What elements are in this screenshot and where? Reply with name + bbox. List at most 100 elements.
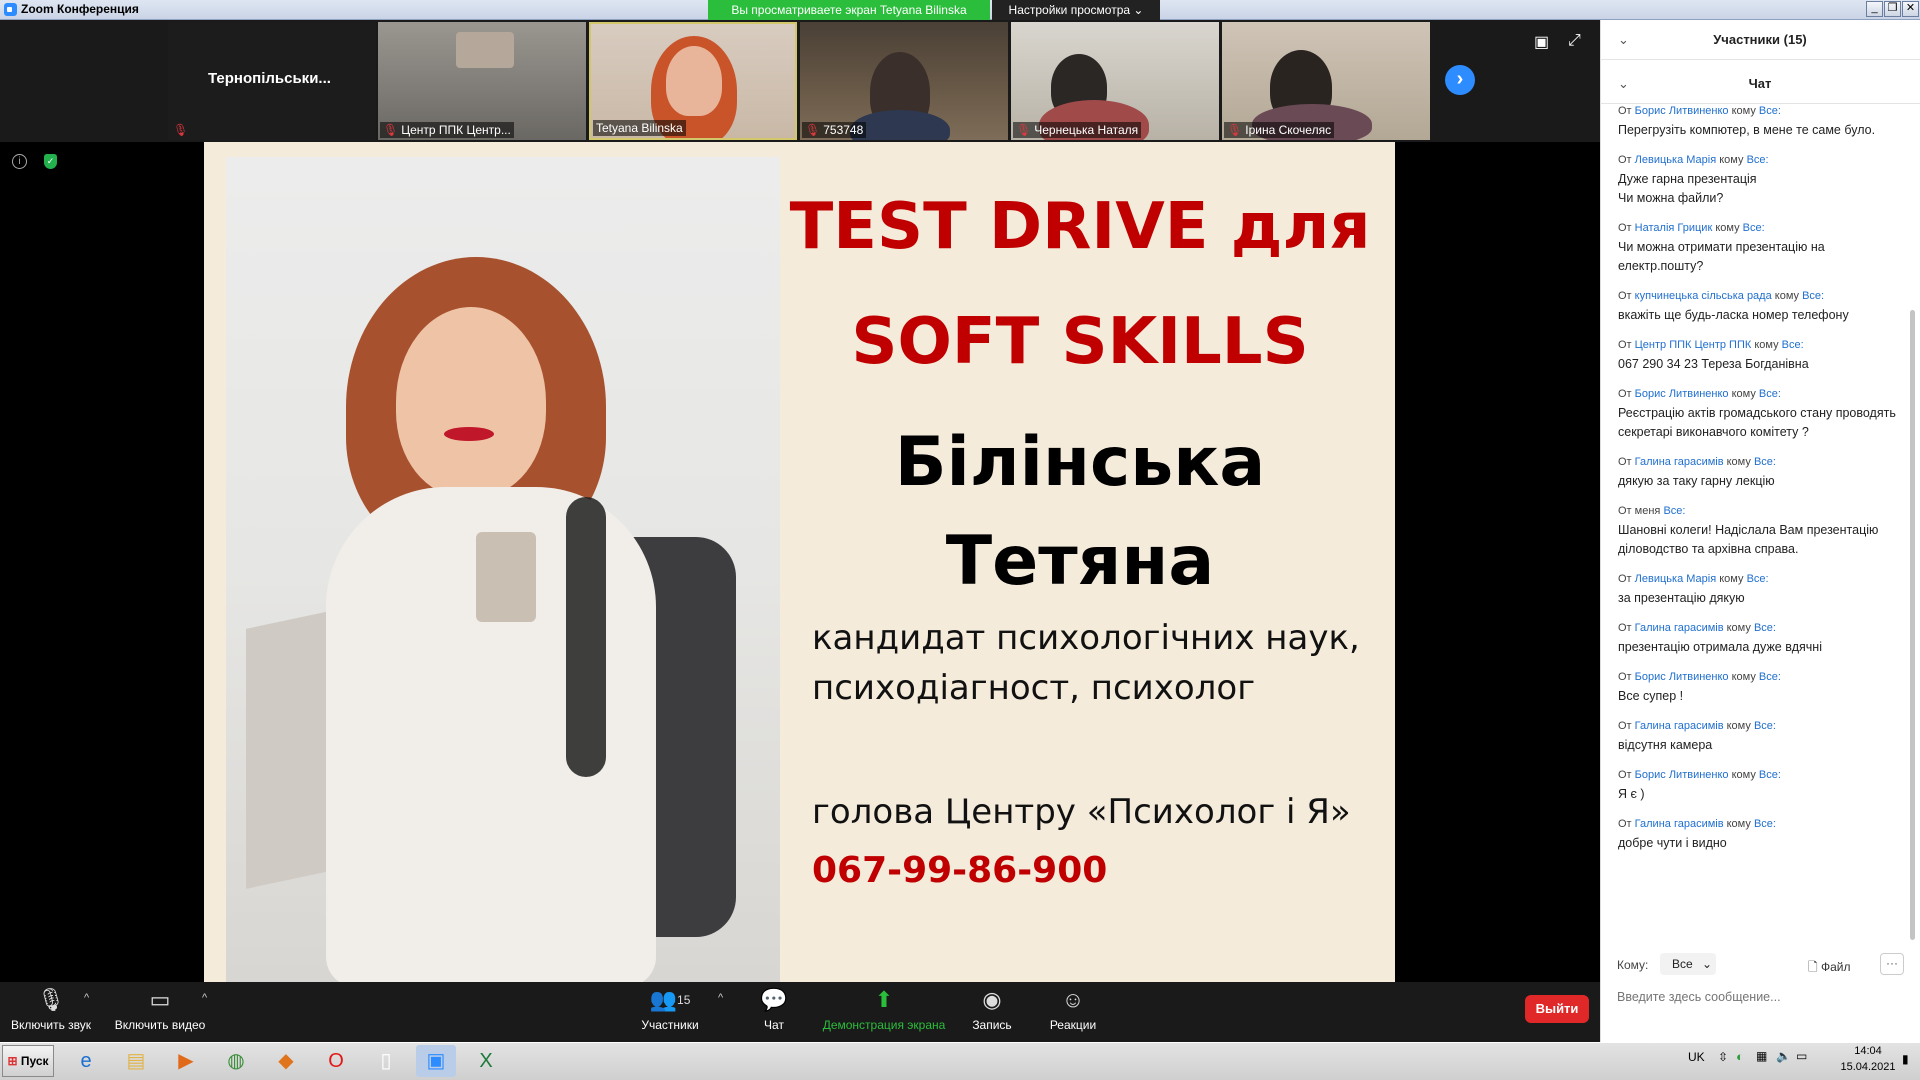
from-word: От	[1618, 456, 1632, 468]
chat-panel-header[interactable]: ⌄ Чат	[1600, 64, 1920, 104]
media-player-icon[interactable]: ▶	[166, 1045, 206, 1077]
language-indicator[interactable]: UK	[1688, 1050, 1705, 1064]
file-button[interactable]: 🗋 Файл	[1808, 958, 1851, 979]
show-desktop-icon[interactable]: ▮	[1902, 1052, 1909, 1066]
chrome-icon[interactable]: ◍	[216, 1045, 256, 1077]
clock-date[interactable]: 15.04.2021	[1836, 1061, 1900, 1073]
recipient-dropdown[interactable]: Все ⌄	[1660, 953, 1716, 975]
file-label: Файл	[1821, 960, 1851, 974]
display-icon[interactable]: ▭	[1796, 1049, 1807, 1063]
speaker-photo	[226, 157, 780, 982]
volume-icon[interactable]: 🔈	[1776, 1049, 1791, 1063]
document-viewer-icon[interactable]: ◆	[266, 1045, 306, 1077]
restore-button[interactable]: ❐	[1884, 1, 1901, 17]
blank-document-icon[interactable]: ▯	[366, 1045, 406, 1077]
video-tile[interactable]: 🎙 Ірина Скочеляс	[1222, 22, 1430, 140]
video-tile[interactable]: Тернопільськи... 🎙	[168, 22, 376, 140]
view-options-label: Настройки просмотра	[1008, 3, 1131, 17]
from-word: От	[1618, 720, 1632, 732]
sender-name: Галина гарасимів	[1634, 456, 1724, 468]
smiley-icon: ☺	[1061, 987, 1085, 1012]
chat-message-meta: От Галина гарасимів кому Все:	[1618, 717, 1904, 736]
chat-label: Чат	[764, 1018, 784, 1032]
screen-share-banner: Вы просматриваете экран Tetyana Bilinska	[708, 0, 990, 20]
chat-message-meta: От Борис Литвиненко кому Все:	[1618, 102, 1904, 121]
video-tile[interactable]: 🎙 753748	[800, 22, 1008, 140]
window-title: Zoom Конференция	[4, 2, 139, 16]
participants-panel-header[interactable]: ⌄ Участники (15)	[1600, 20, 1920, 60]
share-screen-icon: ⬆	[874, 987, 894, 1012]
video-tile[interactable]: 🎙 Чернецька Наталя	[1011, 22, 1219, 140]
from-word: От	[1618, 222, 1632, 234]
mic-muted-icon: 🎙	[173, 123, 189, 137]
chat-message-meta: От Борис Литвиненко кому Все:	[1618, 668, 1904, 687]
share-screen-button[interactable]: ⬆ Демонстрация экрана	[822, 987, 946, 1033]
leave-meeting-button[interactable]: Выйти	[1525, 995, 1589, 1023]
sender-name: Галина гарасимів	[1634, 622, 1724, 634]
chat-scrollbar[interactable]	[1910, 310, 1915, 940]
from-word: От	[1618, 573, 1632, 585]
from-word: От	[1618, 622, 1632, 634]
file-explorer-icon[interactable]: ▤	[116, 1045, 156, 1077]
to-word: кому	[1774, 290, 1800, 302]
security-shield-icon[interactable]: ✓	[44, 154, 57, 169]
speaker-degree: кандидат психологічних наук,	[812, 618, 1360, 658]
excel-icon[interactable]: X	[466, 1045, 506, 1077]
chat-message: От Центр ППК Центр ППК кому Все: 067 290 …	[1618, 336, 1904, 374]
meeting-toolbar	[0, 982, 1600, 1042]
more-options-button[interactable]: ···	[1880, 953, 1904, 975]
chat-message-text: за презентацію дякую	[1618, 591, 1745, 605]
recipient-name: Все:	[1758, 671, 1781, 683]
sender-name: Борис Литвиненко	[1634, 671, 1729, 683]
recipient-name: Все:	[1746, 573, 1769, 585]
start-video-button[interactable]: ▭ Включить видео	[112, 988, 208, 1033]
record-button[interactable]: ◉ Запись	[970, 988, 1014, 1033]
recipient-name: Все:	[1758, 388, 1781, 400]
unmute-button[interactable]: 🎙 Включить звук	[8, 988, 94, 1033]
chat-message-list[interactable]: От Борис Литвиненко кому Все: Перегрузіть…	[1618, 102, 1904, 940]
opera-icon[interactable]: O	[316, 1045, 356, 1077]
view-options-button[interactable]: Настройки просмотра ⌄	[992, 0, 1160, 20]
sender-name: Галина гарасимів	[1634, 720, 1724, 732]
chat-message-input[interactable]	[1617, 986, 1907, 1008]
layout-icon[interactable]: ▣	[1534, 32, 1549, 52]
audio-options-caret[interactable]: ^	[84, 992, 89, 1004]
tray-app-icon[interactable]: ◐	[1736, 1049, 1744, 1064]
chevron-right-icon: ›	[1456, 68, 1464, 90]
zoom-taskbar-icon[interactable]: ▣	[416, 1045, 456, 1077]
mic-muted-icon: 🎙	[383, 123, 399, 137]
unmute-label: Включить звук	[10, 1018, 92, 1032]
speaker-position: голова Центру «Психолог і Я»	[812, 792, 1351, 832]
close-window-button[interactable]: ✕	[1902, 1, 1919, 17]
reactions-button[interactable]: ☺ Реакции	[1046, 987, 1100, 1033]
recipient-name: Все:	[1742, 222, 1765, 234]
chat-message-text: вкажіть ще будь-ласка номер телефону	[1618, 308, 1849, 322]
next-page-button[interactable]: ›	[1445, 65, 1475, 95]
fullscreen-icon[interactable]: ⤢	[1568, 32, 1581, 50]
clock-time[interactable]: 14:04	[1840, 1045, 1896, 1057]
participants-button[interactable]: 👥15 Участники	[638, 988, 702, 1033]
chat-message-text: Все супер !	[1618, 689, 1684, 703]
from-word: От	[1618, 505, 1632, 517]
chat-button[interactable]: 💬 Чат	[754, 988, 794, 1033]
video-options-caret[interactable]: ^	[202, 992, 207, 1004]
sender-name: Галина гарасимів	[1634, 818, 1724, 830]
chat-message-text: презентацію отримала дуже вдячні	[1618, 640, 1822, 654]
chat-message-meta: От Левицька Марія кому Все:	[1618, 570, 1904, 589]
info-icon[interactable]: i	[12, 154, 27, 169]
video-tile-active-speaker[interactable]: Tetyana Bilinska	[589, 22, 797, 140]
video-tile[interactable]: 🎙 Центр ППК Центр...	[378, 22, 586, 140]
recipient-name: Все:	[1758, 105, 1781, 117]
start-button[interactable]: ⊞ Пуск	[2, 1045, 54, 1077]
start-video-label: Включить видео	[114, 1018, 206, 1032]
chat-message-text: Я є )	[1618, 787, 1645, 801]
chat-message-text: добре чути і видно	[1618, 836, 1727, 850]
recipient-name: Все:	[1802, 290, 1825, 302]
internet-explorer-icon[interactable]: e	[66, 1045, 106, 1077]
mic-muted-icon: 🎙	[805, 123, 821, 137]
participants-options-caret[interactable]: ^	[718, 992, 723, 1004]
tray-expand-icon[interactable]: ⇳	[1718, 1050, 1728, 1064]
network-icon[interactable]: ▦	[1756, 1049, 1767, 1063]
start-label: Пуск	[20, 1054, 49, 1068]
minimize-button[interactable]: _	[1866, 1, 1883, 17]
